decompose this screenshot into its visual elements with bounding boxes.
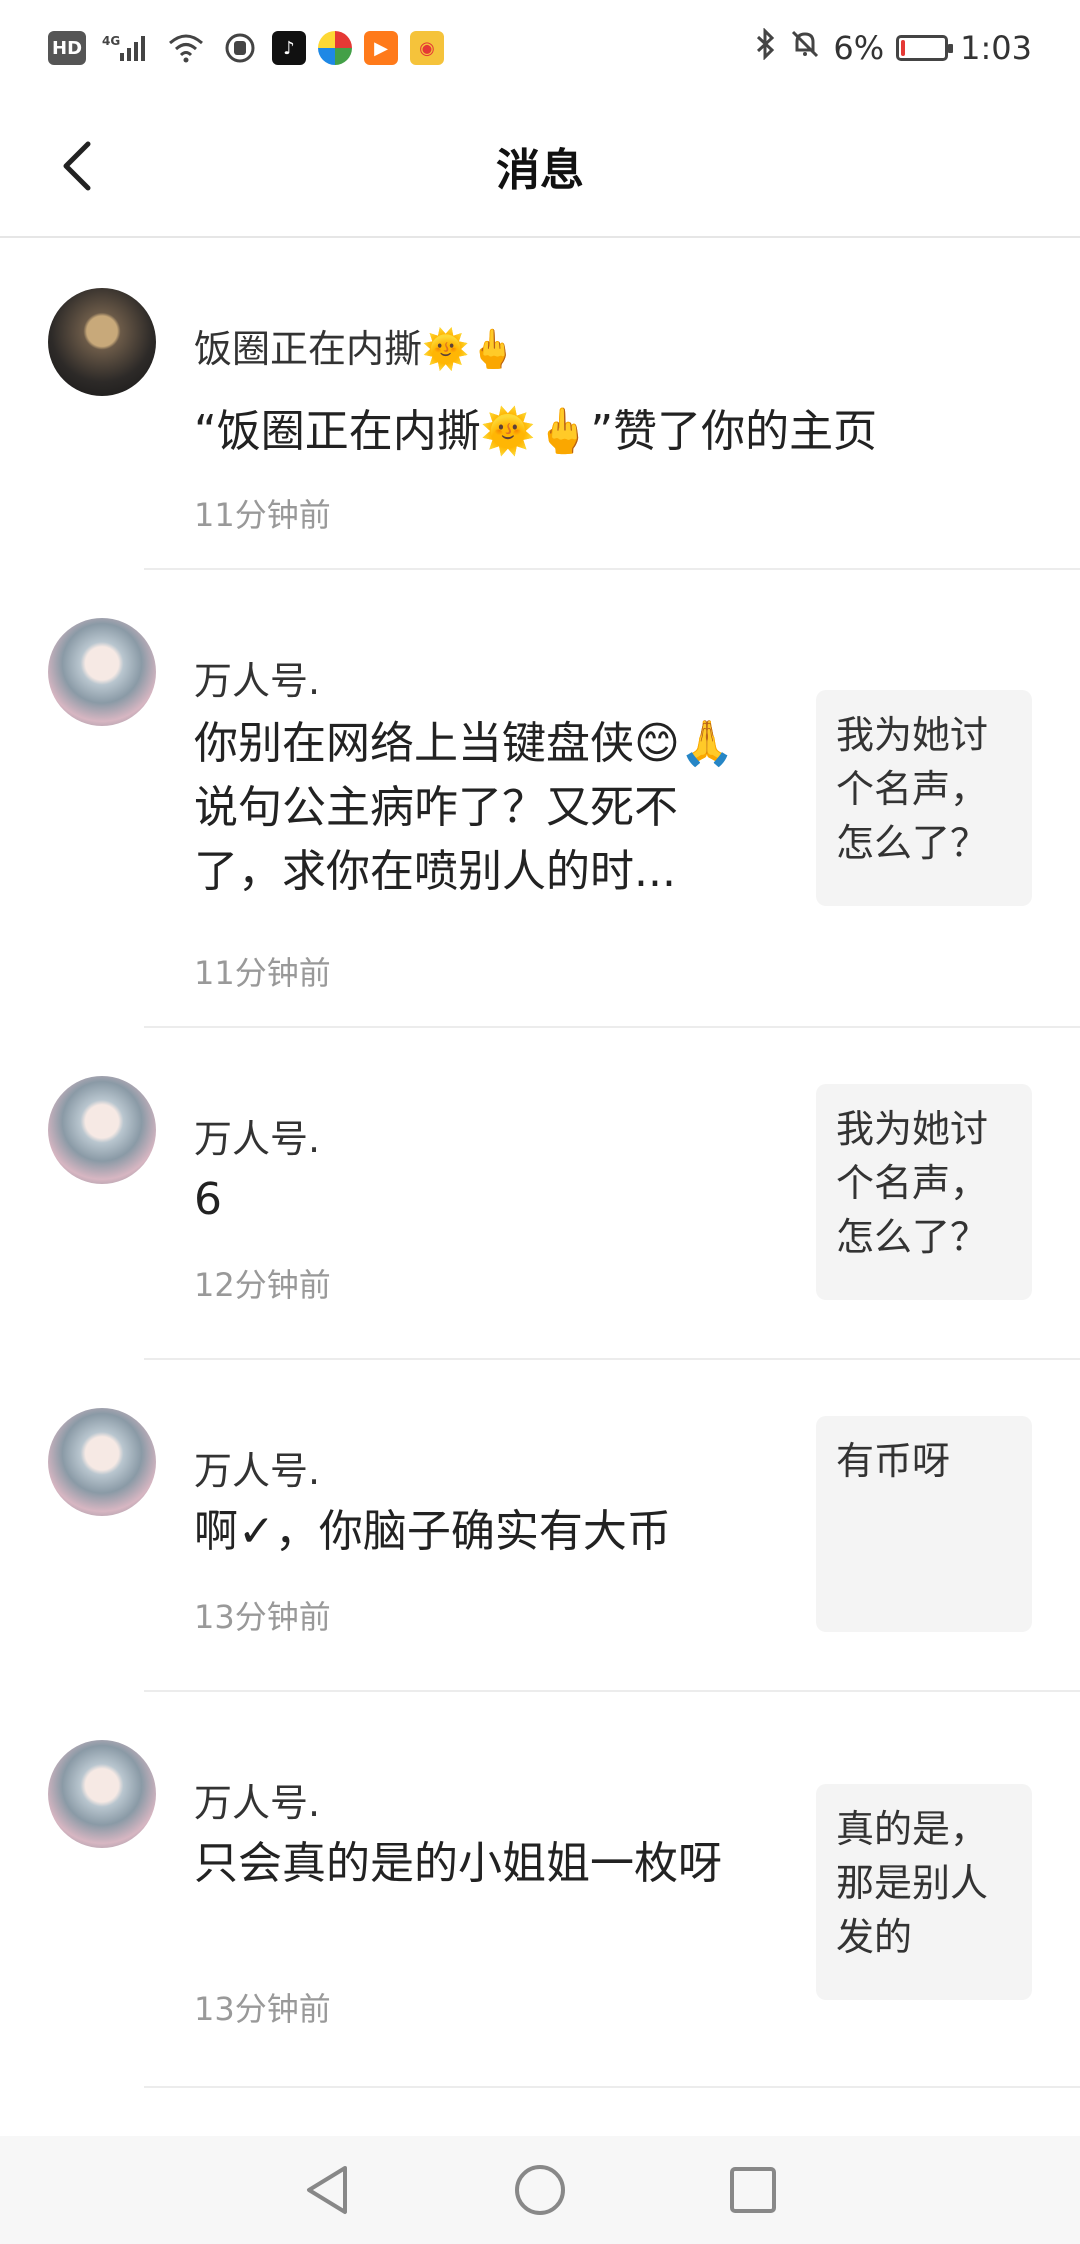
avatar[interactable]: [48, 1740, 156, 1848]
battery-icon: [896, 35, 954, 61]
message-content: 啊✓，你脑子确实有大币: [194, 1506, 671, 1557]
message-content: “饭圈正在内撕🌞🖕”赞了你的主页: [194, 406, 878, 457]
list-item[interactable]: 万人号. 6 12分钟前 我为她讨个名声，怎么了？: [0, 1028, 1080, 1360]
timestamp: 11分钟前: [194, 954, 331, 992]
square-recent-icon: [730, 2167, 777, 2213]
message-content: 只会真的是的小姐姐一枚呀: [194, 1838, 722, 1889]
sender-name[interactable]: 万人号.: [194, 650, 320, 705]
svg-text:4G: 4G: [102, 34, 120, 48]
weibo-icon: ◉: [410, 31, 445, 65]
sender-name[interactable]: 万人号.: [194, 1772, 320, 1827]
avatar[interactable]: [48, 288, 156, 396]
system-nav-bar: [0, 2136, 1080, 2244]
list-item[interactable]: 饭圈正在内撕🌞🖕 “饭圈正在内撕🌞🖕”赞了你的主页 11分钟前: [0, 240, 1080, 570]
avatar[interactable]: [48, 1076, 156, 1184]
hd-icon: HD: [48, 31, 87, 65]
nav-recent-button[interactable]: [721, 2158, 785, 2222]
message-list: 饭圈正在内撕🌞🖕 “饭圈正在内撕🌞🖕”赞了你的主页 11分钟前 万人号. 你别在…: [0, 240, 1080, 2244]
message-content: 6: [194, 1174, 222, 1225]
quoted-comment[interactable]: 我为她讨个名声，怎么了？: [816, 1084, 1032, 1300]
list-item[interactable]: 万人号. 只会真的是的小姐姐一枚呀 13分钟前 真的是，那是别人发的: [0, 1692, 1080, 2088]
battery-percent: 6%: [833, 29, 885, 67]
back-button[interactable]: [48, 136, 108, 196]
chevron-left-icon: [63, 141, 91, 191]
colorful-app-icon: [318, 31, 353, 65]
bluetooth-icon: [755, 27, 777, 68]
nav-home-button[interactable]: [508, 2158, 572, 2222]
wifi-icon: [164, 31, 208, 65]
status-left: HD 4G ♪ ▶ ◉: [48, 31, 445, 65]
quoted-comment[interactable]: 有币呀: [816, 1416, 1032, 1632]
header: 消息: [0, 96, 1080, 238]
douyin-icon: ♪: [272, 31, 307, 65]
timestamp: 13分钟前: [194, 1598, 331, 1636]
quoted-comment[interactable]: 我为她讨个名声，怎么了？: [816, 690, 1032, 906]
status-right: 6% 1:03: [755, 27, 1032, 68]
page-title: 消息: [496, 145, 584, 196]
sender-name[interactable]: 饭圈正在内撕🌞🖕: [194, 318, 517, 373]
triangle-back-icon: [306, 2166, 347, 2214]
quoted-comment[interactable]: 真的是，那是别人发的: [816, 1784, 1032, 2000]
timestamp: 13分钟前: [194, 1990, 331, 2028]
timestamp: 11分钟前: [194, 496, 331, 534]
message-content: 你别在网络上当键盘侠😊🙏说句公主病咋了？又死不了，求你在喷别人的时...: [194, 718, 735, 897]
battery-fill: [901, 40, 906, 56]
sender-name[interactable]: 万人号.: [194, 1108, 320, 1163]
timestamp: 12分钟前: [194, 1266, 331, 1304]
sender-name[interactable]: 万人号.: [194, 1440, 320, 1495]
clock: 1:03: [960, 29, 1032, 67]
list-item[interactable]: 万人号. 你别在网络上当键盘侠😊🙏说句公主病咋了？又死不了，求你在喷别人的时..…: [0, 570, 1080, 1028]
signal-icon: 4G: [98, 31, 152, 65]
avatar[interactable]: [48, 1408, 156, 1516]
mute-icon: [789, 28, 821, 68]
avatar[interactable]: [48, 618, 156, 726]
nav-back-button[interactable]: [295, 2158, 359, 2222]
play-app-icon: ▶: [364, 31, 399, 65]
circle-home-icon: [514, 2165, 565, 2215]
hand-icon: [220, 31, 260, 65]
list-item[interactable]: 万人号. 啊✓，你脑子确实有大币 13分钟前 有币呀: [0, 1360, 1080, 1692]
status-bar: HD 4G ♪ ▶ ◉ 6% 1:03: [0, 0, 1080, 96]
